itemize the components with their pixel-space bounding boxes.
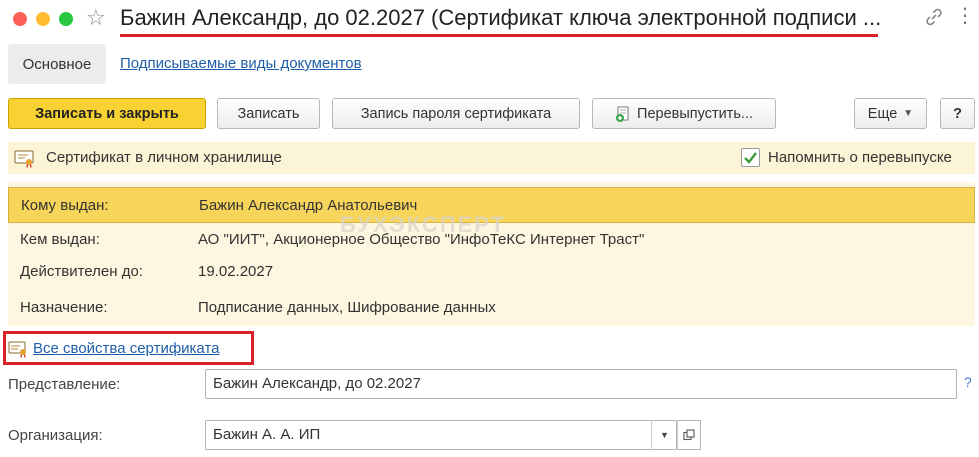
presentation-input[interactable]: Бажин Александр, до 02.2027: [205, 369, 957, 399]
watermark-logo: БУХЭКСПЕРТ: [340, 212, 507, 237]
chevron-down-icon: ▼: [903, 108, 914, 119]
certificate-status-text: Сертификат в личном хранилище: [46, 149, 282, 166]
certificate-status-strip: Сертификат в личном хранилище Напомнить …: [8, 142, 975, 174]
reissue-button[interactable]: Перевыпустить...: [592, 98, 776, 129]
save-and-close-button[interactable]: Записать и закрыть: [8, 98, 206, 129]
property-value: Подписание данных, Шифрование данных: [198, 299, 496, 316]
property-row-purpose[interactable]: Назначение: Подписание данных, Шифровани…: [8, 290, 975, 326]
organization-select[interactable]: Бажин А. А. ИП: [205, 420, 677, 450]
save-button[interactable]: Записать: [217, 98, 320, 129]
remind-reissue-checkbox[interactable]: [741, 148, 760, 167]
property-label: Кому выдан:: [21, 197, 109, 214]
presentation-label: Представление:: [8, 376, 121, 393]
open-item-button[interactable]: [677, 420, 701, 450]
presentation-help-icon[interactable]: ?: [964, 374, 972, 390]
title-bar: ☆ Бажин Александр, до 02.2027 (Сертифика…: [0, 0, 979, 40]
organization-label: Организация:: [8, 427, 103, 444]
more-label: Еще: [867, 105, 898, 122]
all-properties-link[interactable]: Все свойства сертификата: [33, 340, 220, 357]
more-button[interactable]: Еще ▼: [854, 98, 927, 129]
chevron-down-icon[interactable]: ▼: [651, 420, 677, 450]
reissue-label: Перевыпустить...: [637, 105, 753, 122]
link-icon[interactable]: [924, 7, 944, 27]
checkmark-icon: [744, 152, 757, 164]
maximize-window-button[interactable]: [59, 12, 73, 26]
property-row-valid-until[interactable]: Действителен до: 19.02.2027: [8, 254, 975, 290]
reissue-icon: [616, 106, 629, 122]
property-label: Назначение:: [20, 299, 108, 316]
more-options-icon[interactable]: ⋮: [955, 6, 975, 30]
property-value: 19.02.2027: [198, 263, 274, 280]
certificate-icon: [14, 150, 34, 168]
certificate-properties-icon: [8, 341, 26, 358]
tab-main[interactable]: Основное: [8, 44, 106, 84]
tab-signed-doc-types[interactable]: Подписываемые виды документов: [120, 55, 362, 72]
save-password-button[interactable]: Запись пароля сертификата: [332, 98, 580, 129]
property-label: Действителен до:: [20, 263, 143, 280]
close-window-button[interactable]: [13, 12, 27, 26]
minimize-window-button[interactable]: [36, 12, 50, 26]
help-button[interactable]: ?: [940, 98, 975, 129]
property-label: Кем выдан:: [20, 231, 100, 248]
title-highlight-underline: [120, 34, 878, 37]
window-title: Бажин Александр, до 02.2027 (Сертификат …: [120, 5, 882, 30]
star-icon[interactable]: ☆: [86, 5, 106, 31]
remind-reissue-label[interactable]: Напомнить о перевыпуске: [768, 149, 952, 166]
certificate-properties-table: Кому выдан: Бажин Александр Анатольевич …: [8, 182, 975, 326]
open-icon: [683, 429, 695, 441]
